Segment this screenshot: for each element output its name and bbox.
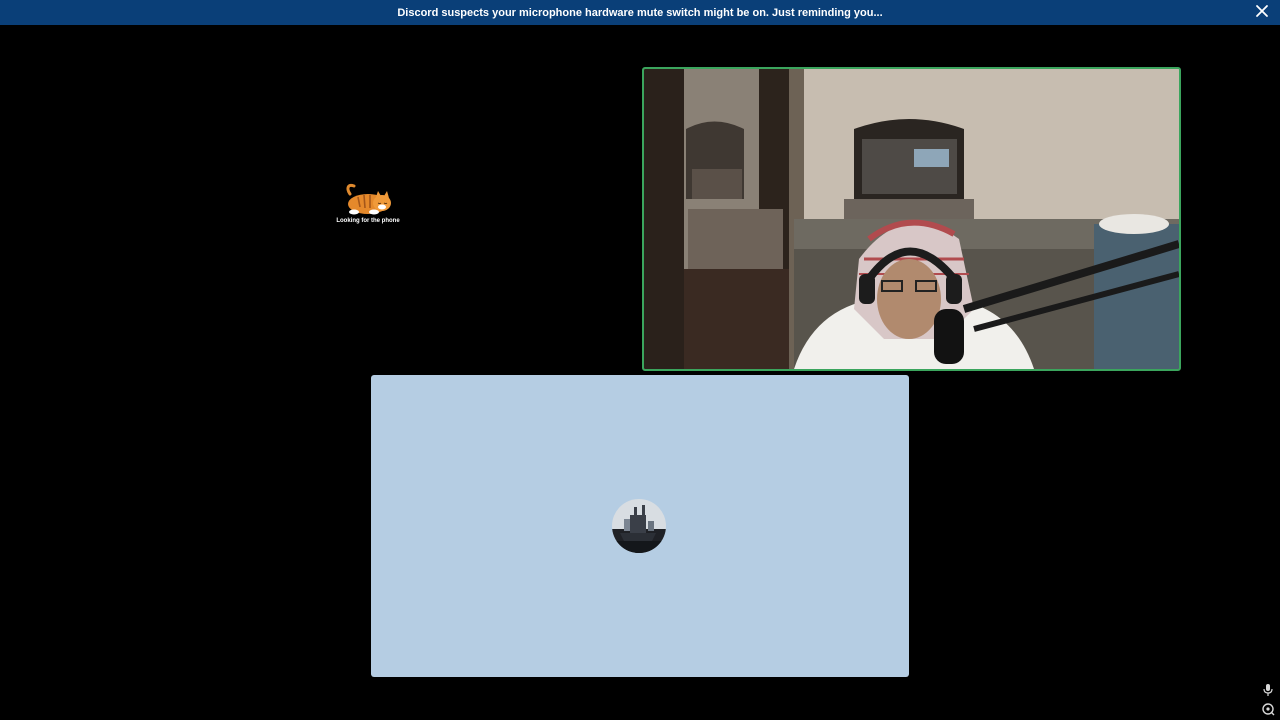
close-icon[interactable] bbox=[1254, 4, 1270, 20]
participant-tile-video[interactable] bbox=[642, 67, 1181, 371]
cat-graphic bbox=[346, 184, 391, 215]
call-stage: Discord suspects your microphone hardwar… bbox=[0, 0, 1280, 720]
activity-glyph bbox=[1262, 703, 1275, 716]
avatar bbox=[612, 499, 666, 553]
notice-banner: Discord suspects your microphone hardwar… bbox=[0, 0, 1280, 25]
camera-feed bbox=[644, 69, 1179, 369]
participant-tile-voice[interactable]: Looking for the phone bbox=[100, 68, 636, 368]
sleeping-cat-gif bbox=[340, 182, 396, 216]
notice-message: Discord suspects your microphone hardwar… bbox=[397, 6, 883, 19]
close-icon-glyph bbox=[1256, 5, 1268, 17]
microphone-icon[interactable] bbox=[1261, 683, 1275, 697]
microphone-glyph bbox=[1263, 684, 1273, 696]
activity-icon[interactable] bbox=[1261, 702, 1275, 716]
tile-caption: Looking for the phone bbox=[336, 218, 400, 224]
participant-tile-avatar[interactable] bbox=[371, 375, 909, 677]
ship-avatar-image bbox=[612, 499, 666, 553]
